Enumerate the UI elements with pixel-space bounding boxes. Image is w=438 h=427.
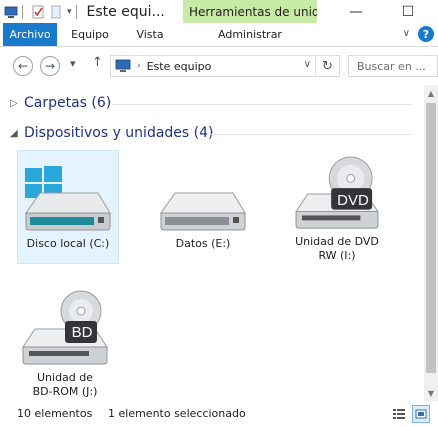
- details-view-button[interactable]: [390, 405, 408, 423]
- navigation-bar: ← → ▾ ↑ › Este equipo ∨ ↻ Buscar en ...: [0, 47, 438, 85]
- system-drive-icon: [25, 166, 111, 231]
- title-bar: ▾ Este equi... Herramientas de unid... —…: [0, 0, 438, 23]
- computer-icon[interactable]: [4, 5, 18, 19]
- quick-access-dropdown-icon[interactable]: ▾: [67, 7, 72, 17]
- status-bar: 10 elementos 1 elemento seleccionado: [0, 401, 438, 427]
- vertical-scrollbar[interactable]: ▲ ▼: [424, 85, 438, 401]
- group-folders-label: Carpetas (6): [24, 95, 112, 111]
- scroll-up-icon[interactable]: ▲: [424, 85, 438, 101]
- hard-drive-icon: [160, 192, 246, 231]
- chevron-right-icon: ▷: [10, 97, 18, 109]
- dvd-badge: DVD: [337, 191, 369, 209]
- drive-label-dvd: Unidad de DVD RW (I:): [295, 235, 379, 262]
- title-separator: [75, 4, 77, 19]
- large-icons-view-icon: [415, 409, 427, 419]
- breadcrumb-current[interactable]: Este equipo: [147, 60, 212, 73]
- back-button[interactable]: ←: [13, 56, 33, 76]
- forward-button[interactable]: →: [40, 56, 60, 76]
- address-dropdown-icon[interactable]: ∨: [304, 59, 311, 70]
- properties-icon[interactable]: [31, 5, 45, 19]
- search-input[interactable]: Buscar en ...: [348, 55, 438, 77]
- status-selection: 1 elemento seleccionado: [108, 407, 246, 420]
- minimize-button[interactable]: —: [342, 0, 370, 23]
- contextual-tab-drive-tools[interactable]: Herramientas de unid...: [183, 0, 317, 23]
- content-pane: ▷ Carpetas (6) ◢ Dispositivos y unidades…: [0, 85, 424, 401]
- drive-label-e: Datos (E:): [175, 237, 231, 250]
- tab-computer[interactable]: Equipo: [62, 23, 118, 46]
- bd-badge: BD: [71, 323, 93, 341]
- drive-label-c: Disco local (C:): [26, 237, 110, 250]
- tab-view[interactable]: Vista: [124, 23, 176, 46]
- breadcrumb-chevron-icon[interactable]: ›: [137, 61, 141, 71]
- recent-locations-dropdown-icon[interactable]: ▾: [70, 57, 76, 70]
- tab-file[interactable]: Archivo: [3, 23, 57, 46]
- arrow-right-icon: →: [44, 59, 56, 73]
- drive-item-dvd[interactable]: DVD Unidad de DVD RW (I:): [286, 151, 388, 263]
- quick-access-separator: [22, 4, 23, 19]
- group-folders[interactable]: ▷ Carpetas (6): [10, 95, 111, 111]
- refresh-button[interactable]: ↻: [315, 56, 339, 76]
- status-item-count: 10 elementos: [17, 407, 93, 420]
- scrollbar-thumb[interactable]: [426, 103, 436, 373]
- details-view-icon: [393, 409, 405, 419]
- help-button[interactable]: ?: [418, 26, 434, 42]
- window-title: Este equi...: [86, 3, 165, 20]
- arrow-left-icon: ←: [17, 59, 29, 73]
- drive-item-c[interactable]: Disco local (C:): [17, 150, 119, 264]
- tab-manage[interactable]: Administrar: [200, 23, 300, 46]
- computer-icon: [115, 59, 131, 72]
- drive-item-e[interactable]: Datos (E:): [152, 151, 254, 263]
- up-arrow-icon[interactable]: ↑: [92, 55, 103, 70]
- new-folder-icon[interactable]: [49, 5, 63, 19]
- bd-drive-icon: [22, 290, 108, 365]
- refresh-icon: ↻: [322, 58, 333, 74]
- drive-label-bd: Unidad de BD-ROM (J:): [32, 371, 98, 398]
- group-divider: [210, 134, 412, 135]
- scroll-down-icon[interactable]: ▼: [424, 385, 438, 401]
- chevron-down-icon: ◢: [10, 127, 18, 139]
- group-devices-label: Dispositivos y unidades (4): [24, 125, 214, 141]
- drive-item-bd[interactable]: BD Unidad de BD-ROM (J:): [14, 285, 116, 401]
- large-icons-view-button[interactable]: [412, 405, 430, 423]
- group-divider: [112, 104, 412, 105]
- group-devices[interactable]: ◢ Dispositivos y unidades (4): [10, 125, 214, 141]
- expand-ribbon-icon[interactable]: ∨: [403, 28, 410, 39]
- address-bar[interactable]: › Este equipo ∨ ↻: [110, 55, 340, 77]
- ribbon: Archivo Equipo Vista Administrar ∨ ?: [0, 23, 438, 47]
- maximize-button[interactable]: ☐: [394, 0, 422, 23]
